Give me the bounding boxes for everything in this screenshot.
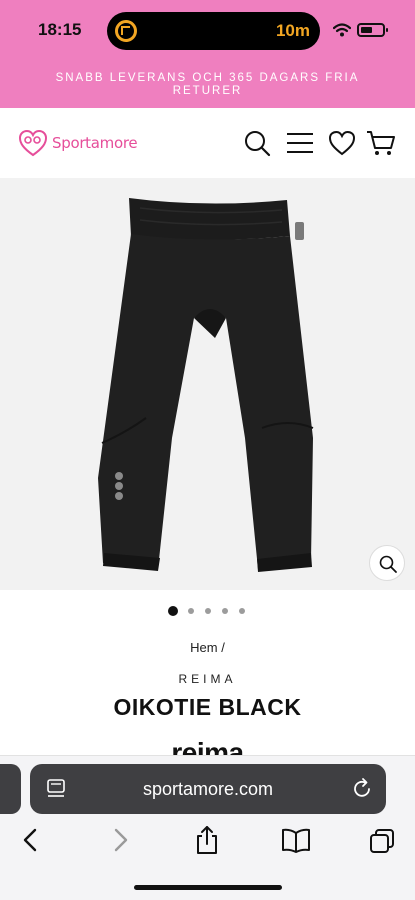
wifi-icon <box>333 23 351 37</box>
tabs-icon[interactable] <box>368 824 396 856</box>
product-title: OIKOTIE BLACK <box>113 694 302 720</box>
promo-text[interactable]: SNABB LEVERANS OCH 365 DAGARS FRIA RETUR… <box>20 72 395 98</box>
pagination-dot[interactable] <box>205 608 211 614</box>
pagination-dot[interactable] <box>188 608 194 614</box>
zoom-button[interactable] <box>369 545 405 581</box>
product-image-pants <box>98 198 314 572</box>
reload-icon[interactable] <box>350 777 374 801</box>
search-icon[interactable] <box>242 128 272 158</box>
bookmarks-icon[interactable] <box>280 824 312 856</box>
heart-icon[interactable] <box>327 128 357 158</box>
previous-tab-preview[interactable] <box>0 764 21 814</box>
product-brand[interactable]: REIMA <box>0 672 415 686</box>
product-image-gallery[interactable] <box>0 178 415 590</box>
pagination-dot-active[interactable] <box>168 606 178 616</box>
share-icon[interactable] <box>193 824 221 856</box>
back-icon[interactable] <box>17 824 45 856</box>
cart-icon[interactable] <box>366 128 396 158</box>
battery-icon <box>357 23 388 37</box>
site-header: Sportamore <box>0 108 415 178</box>
url-text[interactable]: sportamore.com <box>30 779 386 800</box>
activity-timer: 10m <box>275 21 310 40</box>
menu-icon[interactable] <box>285 128 315 158</box>
pagination-dot[interactable] <box>239 608 245 614</box>
pagination-dot[interactable] <box>222 608 228 614</box>
home-indicator <box>134 885 282 890</box>
status-time: 18:15 <box>38 20 82 39</box>
zoom-icon <box>379 555 397 573</box>
heart-logo-icon <box>18 129 48 157</box>
forward-icon[interactable] <box>106 824 134 856</box>
sportamore-logo[interactable]: Sportamore <box>18 126 138 160</box>
logo-text: Sportamore <box>52 134 138 152</box>
timer-icon <box>115 20 137 42</box>
address-bar[interactable]: sportamore.com <box>30 764 386 814</box>
dynamic-island[interactable]: 10m <box>107 12 320 50</box>
gallery-pagination <box>168 606 256 616</box>
brand-logo[interactable]: reima <box>0 736 415 755</box>
breadcrumb[interactable]: Hem / <box>0 640 415 655</box>
